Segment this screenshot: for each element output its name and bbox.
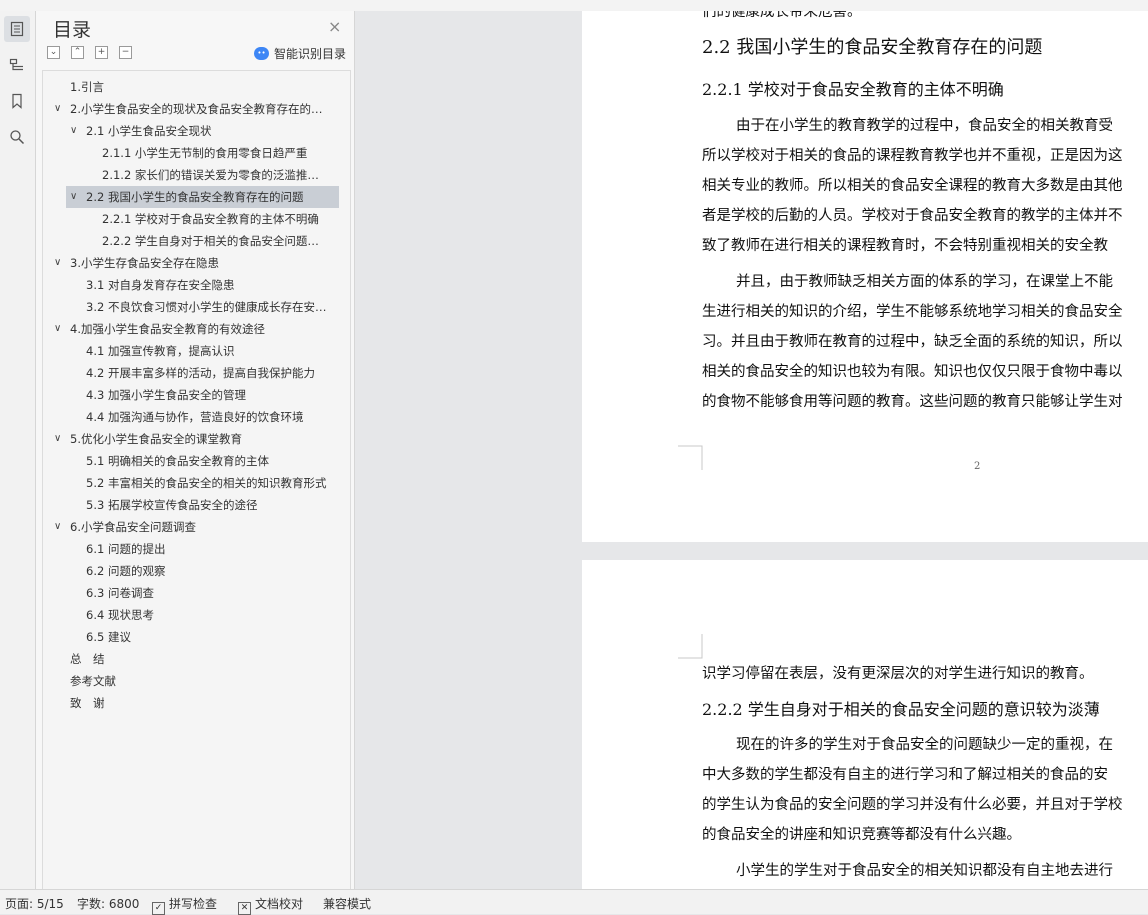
chevron-down-icon[interactable]: ∨ — [70, 120, 77, 142]
toc-item[interactable]: 6.1 问题的提出 — [86, 538, 327, 560]
chevron-down-icon[interactable]: ∨ — [70, 186, 77, 208]
page-number: 2 — [974, 461, 981, 472]
heading-2-2-2: 2.2.2 学生自身对于相关的食品安全问题的意识较为淡薄 — [702, 700, 1100, 719]
bookmark-icon[interactable] — [4, 88, 30, 114]
toc-item[interactable]: 2.1.1 小学生无节制的食用零食日趋严重 — [102, 142, 327, 164]
toc-item[interactable]: 1.引言 — [70, 76, 327, 98]
spell-check-toggle[interactable]: ✓ 拼写检查 — [152, 895, 217, 915]
navigation-icon[interactable] — [4, 52, 30, 78]
toc-item[interactable]: 5.1 明确相关的食品安全教育的主体 — [86, 450, 327, 472]
toc-list: 1.引言 ∨ 2.小学生食品安全的现状及食品安全教育存在的问题 ∨ 2.1 小学生食品安… — [42, 70, 351, 890]
proofread-label: 文档校对 — [255, 897, 304, 911]
crop-mark — [678, 445, 703, 470]
toc-icon[interactable] — [4, 16, 30, 42]
chat-bubble-icon: •• — [254, 47, 269, 60]
toc-item[interactable]: 4.4 加强沟通与协作，营造良好的饮食环境 — [86, 406, 327, 428]
chevron-down-icon[interactable]: ∨ — [54, 516, 61, 538]
paragraph-line: 由于在小学生的教育教学的过程中，食品安全的相关教育受 — [736, 118, 1113, 134]
toc-item[interactable]: 6.5 建议 — [86, 626, 327, 648]
paragraph-line: 生进行相关的知识的介绍，学生不能够系统地学习相关的食品安全 — [702, 304, 1123, 320]
paragraph-line: 致了教师在进行相关的课程教育时，不会特别重视相关的安全教 — [702, 238, 1108, 254]
toc-item[interactable]: 3.1 对自身发育存在安全隐患 — [86, 274, 327, 296]
toc-item[interactable]: 2.1.2 家长们的错误关爱为零食的泛滥推波助澜 — [102, 164, 327, 186]
paragraph-line: 识学习停留在表层，没有更深层次的对学生进行知识的教育。 — [702, 666, 1094, 682]
paragraph-line: 的食品安全的讲座和知识竞赛等都没有什么兴趣。 — [702, 827, 1021, 843]
word-count[interactable]: 字数: 6800 — [77, 895, 139, 912]
close-icon[interactable]: × — [328, 17, 341, 36]
expand-all-icon[interactable]: ⌃ — [71, 46, 84, 59]
toc-item[interactable]: 3.小学生存食品安全存在隐患 — [70, 252, 327, 274]
toc-item[interactable]: 4.加强小学生食品安全教育的有效途径 — [70, 318, 327, 340]
status-bar: 页面: 5/15 字数: 6800 ✓ 拼写检查 ✕ 文档校对 兼容模式 — [0, 889, 1148, 915]
remove-heading-icon[interactable]: − — [119, 46, 132, 59]
heading-2-2-1: 2.2.1 学校对于食品安全教育的主体不明确 — [702, 80, 1004, 99]
toc-item[interactable]: 4.2 开展丰富多样的活动，提高自我保护能力 — [86, 362, 327, 384]
document-area[interactable]: 们的健康成长带来危害。 2.2 我国小学生的食品安全教育存在的问题 2.2.1 … — [355, 11, 1148, 889]
heading-2-2: 2.2 我国小学生的食品安全教育存在的问题 — [702, 37, 1043, 58]
chevron-down-icon[interactable]: ∨ — [54, 252, 61, 274]
collapse-all-icon[interactable]: ⌄ — [47, 46, 60, 59]
chevron-down-icon[interactable]: ∨ — [54, 428, 61, 450]
paragraph-line: 相关的食品安全的知识也较为有限。知识也仅仅只限于食物中毒以 — [702, 364, 1123, 380]
chevron-down-icon[interactable]: ∨ — [54, 318, 61, 340]
smart-recognize-label: 智能识别目录 — [274, 47, 347, 61]
toc-item[interactable]: 总 结 — [70, 648, 327, 670]
toc-item[interactable]: 6.小学食品安全问题调查 — [70, 516, 327, 538]
toc-item[interactable]: 6.4 现状思考 — [86, 604, 327, 626]
toc-item[interactable]: 4.3 加强小学生食品安全的管理 — [86, 384, 327, 406]
paragraph-line: 所以学校对于相关的食品的课程教育教学也并不重视，正是因为这 — [702, 148, 1123, 164]
toc-item[interactable]: 6.3 问卷调查 — [86, 582, 327, 604]
document-page: 们的健康成长带来危害。 2.2 我国小学生的食品安全教育存在的问题 2.2.1 … — [582, 11, 1148, 542]
toc-item[interactable]: 致 谢 — [70, 692, 327, 714]
spell-check-label: 拼写检查 — [169, 897, 218, 911]
crop-mark — [678, 634, 703, 659]
paragraph-line: 现在的许多的学生对于食品安全的问题缺少一定的重视，在 — [736, 737, 1113, 753]
paragraph-line: 的食物不能够食用等问题的教育。这些问题的教育只能够让学生对 — [702, 394, 1123, 410]
paragraph-line: 相关专业的教师。所以相关的食品安全课程的教育大多数是由其他 — [702, 178, 1123, 194]
chevron-down-icon[interactable]: ∨ — [54, 98, 61, 120]
paragraph-line: 并且，由于教师缺乏相关方面的体系的学习，在课堂上不能 — [736, 274, 1113, 290]
toc-item[interactable]: 5.3 拓展学校宣传食品安全的途径 — [86, 494, 327, 516]
x-box-icon: ✕ — [238, 902, 251, 915]
paragraph-line: 习。并且由于教师在教育的过程中，缺乏全面的系统的知识，所以 — [702, 334, 1123, 350]
search-icon[interactable] — [4, 124, 30, 150]
check-icon: ✓ — [152, 902, 165, 915]
toc-item[interactable]: 5.2 丰富相关的食品安全的相关的知识教育形式 — [86, 472, 327, 494]
toc-item[interactable]: 3.2 不良饮食习惯对小学生的健康成长存在安全隐患 — [86, 296, 327, 318]
toc-item[interactable]: 2.2.1 学校对于食品安全教育的主体不明确 — [102, 208, 327, 230]
toc-item[interactable]: 6.2 问题的观察 — [86, 560, 327, 582]
toc-item[interactable]: 5.优化小学生食品安全的课堂教育 — [70, 428, 327, 450]
toc-item[interactable]: 2.1 小学生食品安全现状 — [86, 120, 327, 142]
side-icon-rail — [0, 11, 36, 889]
toc-item[interactable]: 2.小学生食品安全的现状及食品安全教育存在的问题 — [70, 98, 327, 120]
paragraph-line: 者是学校的后勤的人员。学校对于食品安全教育的教学的主体并不 — [702, 208, 1123, 224]
compat-mode-label[interactable]: 兼容模式 — [323, 895, 371, 912]
smart-recognize-button[interactable]: •• 智能识别目录 — [254, 45, 346, 62]
toc-item[interactable]: 2.2 我国小学生的食品安全教育存在的问题 — [66, 186, 339, 208]
page-text-fragment: 们的健康成长带来危害。 — [702, 11, 862, 20]
toc-item[interactable]: 2.2.2 学生自身对于相关的食品安全问题的意识较为淡薄 — [102, 230, 327, 252]
proofread-toggle[interactable]: ✕ 文档校对 — [238, 895, 303, 915]
page-indicator[interactable]: 页面: 5/15 — [5, 895, 64, 912]
toc-title: 目录 — [53, 19, 92, 41]
add-heading-icon[interactable]: + — [95, 46, 108, 59]
paragraph-line: 的学生认为食品的安全问题的学习并没有什么必要，并且对于学校 — [702, 797, 1123, 813]
toc-item[interactable]: 4.1 加强宣传教育，提高认识 — [86, 340, 327, 362]
toc-item[interactable]: 参考文献 — [70, 670, 327, 692]
toc-panel: 目录 × ⌄ ⌃ + − •• 智能识别目录 1.引言 ∨ 2.小学生食品安全的现状… — [36, 11, 355, 890]
paragraph-line: 小学生的学生对于食品安全的相关知识都没有自主地去进行 — [736, 863, 1113, 879]
document-page: 识学习停留在表层，没有更深层次的对学生进行知识的教育。 2.2.2 学生自身对于… — [582, 560, 1148, 889]
paragraph-line: 中大多数的学生都没有自主的进行学习和了解过相关的食品的安 — [702, 767, 1108, 783]
